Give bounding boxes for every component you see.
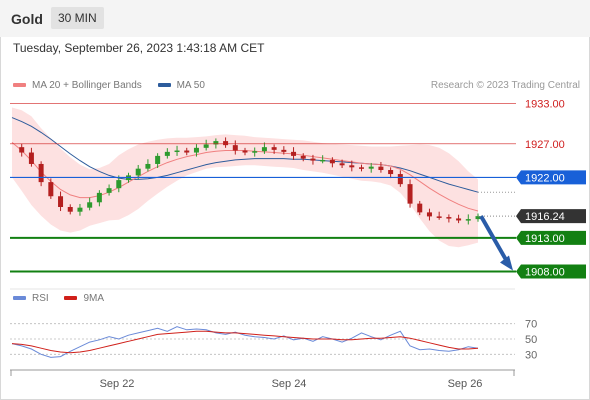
candle-body: [426, 212, 432, 217]
candle-body: [232, 145, 238, 151]
candle-body: [436, 216, 442, 218]
candle-body: [145, 163, 151, 169]
last-price-level-label: 1916.24: [525, 211, 565, 223]
candle-body: [28, 152, 34, 164]
candle-body: [271, 147, 277, 150]
candle-body: [48, 182, 54, 197]
rsi-9ma-line: [11, 330, 479, 354]
candle-body: [407, 184, 413, 204]
candle-body: [281, 149, 287, 152]
candle-body: [19, 147, 25, 153]
candle-body: [96, 192, 102, 203]
candle-body: [174, 150, 180, 153]
rsi-tick-label: 70: [525, 319, 537, 331]
support-level-label: 1913.00: [525, 233, 565, 245]
candle-body: [116, 180, 122, 189]
candle-body: [465, 219, 471, 221]
candle-body: [300, 155, 306, 159]
projection-arrow-head: [500, 255, 513, 271]
pivot-level-label: 1922.00: [525, 172, 565, 184]
candle-body: [184, 150, 190, 153]
x-tick-label: Sep 24: [272, 378, 307, 390]
candle-body: [106, 188, 112, 193]
candle-body: [164, 151, 170, 156]
candle-body: [417, 203, 423, 213]
candle-body: [310, 158, 316, 161]
resistance-level-label: 1933.00: [525, 98, 565, 110]
support-level-label: 1908.00: [525, 267, 565, 279]
candle-body: [291, 151, 297, 156]
candle-body: [339, 163, 345, 166]
candle-body: [242, 150, 248, 153]
candle-body: [261, 147, 267, 152]
candle-body: [378, 166, 384, 171]
candle-body: [320, 159, 326, 162]
candle-body: [87, 202, 93, 208]
candle-body: [252, 151, 258, 153]
candle-body: [135, 168, 141, 176]
candle-body: [223, 141, 229, 146]
candle-body: [193, 147, 199, 153]
rsi-tick-label: 50: [525, 334, 537, 346]
candle-body: [77, 207, 83, 212]
price-rsi-chart-svg: 1933.00 1927.00 1922.00 1916.24 1913.00 1908.…: [10, 98, 586, 390]
candle-body: [203, 144, 209, 148]
candle-body: [67, 207, 73, 212]
candle-body: [446, 217, 452, 219]
x-tick-label: Sep 26: [448, 378, 483, 390]
candle-body: [58, 196, 64, 207]
candle-body: [38, 163, 44, 183]
candle-body: [329, 159, 335, 164]
candle-body: [155, 155, 161, 164]
candle-body: [388, 170, 394, 175]
rsi-line: [11, 326, 479, 358]
resistance-level-label: 1927.00: [525, 139, 565, 151]
candle-body: [349, 165, 355, 168]
x-tick-label: Sep 22: [100, 378, 135, 390]
candle-body: [456, 218, 462, 221]
candle-body: [359, 167, 364, 169]
candle-body: [397, 174, 403, 185]
rsi-tick-label: 30: [525, 349, 537, 361]
candle-body: [368, 166, 374, 169]
